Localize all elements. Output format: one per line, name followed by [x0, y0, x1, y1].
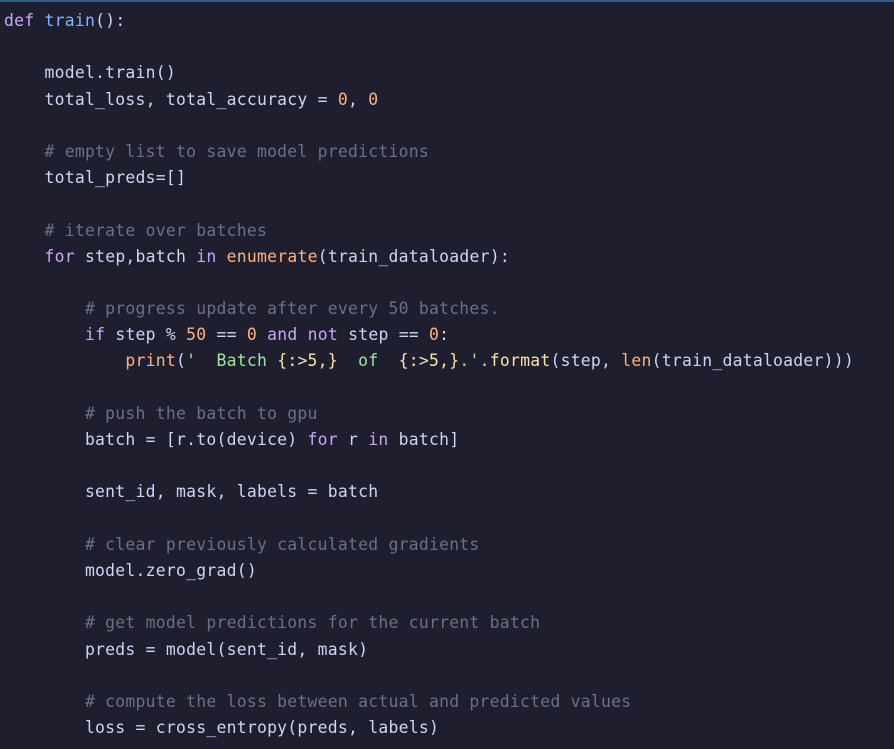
code-line[interactable]: if step % 50 == 0 and not step == 0: — [4, 322, 854, 348]
code-token-plain: model.zero_grad() — [4, 560, 257, 580]
code-line[interactable] — [4, 663, 854, 689]
code-line[interactable] — [4, 453, 854, 479]
code-line[interactable]: model.zero_grad() — [4, 558, 854, 584]
code-line[interactable]: def train(): — [4, 8, 854, 34]
code-token-number: 0 — [429, 325, 440, 345]
code-token-plain: (train_dataloader): — [317, 246, 510, 266]
code-line[interactable]: total_loss, total_accuracy = 0, 0 — [4, 87, 854, 113]
code-token-builtin: len — [621, 351, 652, 371]
code-line[interactable]: batch = [r.to(device) for r in batch] — [4, 427, 854, 453]
code-line[interactable]: # progress update after every 50 batches… — [4, 296, 854, 322]
code-token-plain: == — [206, 325, 247, 345]
code-token-plain: step,batch — [74, 246, 197, 266]
code-token-comment: # clear previously calculated gradients — [4, 534, 480, 554]
code-token-number: 0 — [246, 325, 258, 345]
code-line[interactable]: for step,batch in enumerate(train_datalo… — [4, 244, 854, 270]
code-token-keyword: def — [4, 11, 35, 30]
code-token-keyword: for — [44, 246, 75, 266]
code-line[interactable]: # empty list to save model predictions — [4, 139, 854, 165]
code-line[interactable] — [4, 506, 854, 532]
code-token-keyword: not — [307, 325, 338, 345]
code-line[interactable]: model.train() — [4, 60, 854, 86]
code-line[interactable]: # get model predictions for the current … — [4, 610, 854, 636]
code-token-plain: total_loss, total_accuracy = — [4, 89, 338, 109]
code-line[interactable]: total_preds=[] — [4, 165, 854, 191]
code-line[interactable]: # push the batch to gpu — [4, 401, 854, 427]
code-token-plain: : — [439, 325, 450, 345]
code-line[interactable] — [4, 584, 854, 610]
code-line[interactable]: loss = cross_entropy(preds, labels) — [4, 715, 854, 741]
code-token-string: ' Batch — [186, 351, 278, 371]
code-line[interactable] — [4, 34, 854, 60]
code-token-number: 0 — [337, 89, 349, 109]
code-token-func: train — [44, 11, 96, 30]
code-line[interactable] — [4, 270, 854, 296]
code-token-number: 50 — [186, 325, 207, 345]
code-token-plain: (): — [95, 11, 126, 30]
code-token-comment: # empty list to save model predictions — [4, 141, 429, 161]
code-token-comment: # get model predictions for the current … — [4, 613, 541, 633]
code-token-plain: loss = cross_entropy(preds, labels) — [4, 718, 440, 738]
code-line[interactable] — [4, 113, 854, 139]
code-block[interactable]: def train(): model.train() total_loss, t… — [4, 8, 854, 741]
code-token-keyword: and — [267, 325, 298, 345]
code-token-comment: # compute the loss between actual and pr… — [4, 691, 632, 711]
code-token-builtin: print — [125, 351, 177, 371]
code-token-plain: step == — [337, 325, 430, 345]
code-token-plain: (train_dataloader))) — [651, 351, 855, 371]
code-editor[interactable]: def train(): model.train() total_loss, t… — [0, 0, 894, 749]
code-token-plain: (step, — [550, 351, 622, 371]
code-line[interactable]: # iterate over batches — [4, 218, 854, 244]
code-token-keyword: in — [368, 430, 389, 449]
code-token-string: of — [337, 351, 399, 371]
code-token-plain: batch] — [388, 430, 460, 449]
code-token-brace: format — [489, 351, 551, 371]
code-token-plain: sent_id, mask, labels = batch — [4, 482, 379, 502]
code-line[interactable]: # compute the loss between actual and pr… — [4, 689, 854, 715]
code-line[interactable] — [4, 375, 854, 401]
code-token-keyword: for — [307, 430, 338, 449]
code-token-number: 0 — [368, 89, 379, 109]
code-token-plain: , — [348, 89, 369, 109]
code-line[interactable]: sent_id, mask, labels = batch — [4, 479, 854, 505]
code-token-brace: {:>5,} — [398, 351, 460, 371]
code-token-keyword: if — [84, 325, 106, 345]
code-token-plain: model.train() — [4, 63, 177, 83]
code-token-plain: . — [479, 351, 490, 371]
code-token-plain: batch = [r.to(device) — [4, 430, 308, 449]
code-line[interactable]: # clear previously calculated gradients — [4, 532, 854, 558]
code-token-comment: # push the batch to gpu — [4, 403, 318, 423]
code-token-plain: step % — [105, 325, 187, 345]
code-line[interactable]: print(' Batch {:>5,} of {:>5,}.'.format(… — [4, 348, 854, 374]
code-token-comment: # iterate over batches — [4, 220, 268, 240]
code-token-keyword: in — [196, 246, 217, 266]
code-token-plain: total_preds=[] — [4, 168, 187, 188]
code-token-plain: r — [337, 430, 369, 449]
code-line[interactable] — [4, 191, 854, 217]
code-token-plain: ( — [176, 351, 187, 371]
code-token-string: .' — [459, 351, 480, 371]
code-token-comment: # progress update after every 50 batches… — [4, 299, 500, 319]
code-token-plain: preds = model(sent_id, mask) — [4, 639, 369, 659]
code-token-builtin: enumerate — [226, 246, 318, 266]
code-line[interactable]: preds = model(sent_id, mask) — [4, 637, 854, 663]
code-token-brace: {:>5,} — [277, 351, 338, 371]
